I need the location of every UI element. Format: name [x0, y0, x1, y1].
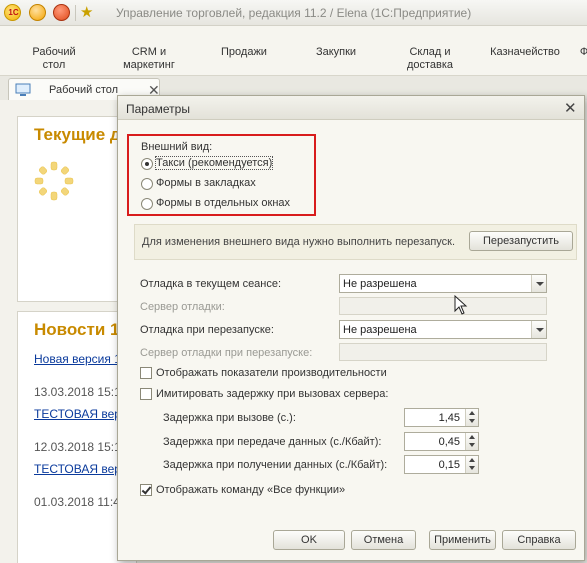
cancel-button[interactable]: Отмена: [351, 530, 416, 550]
radio-taxi[interactable]: Такси (рекомендуется): [141, 156, 311, 172]
restart-notice: Для изменения внешнего вида нужно выполн…: [134, 224, 577, 260]
checkbox[interactable]: [140, 388, 152, 400]
all-functions-checkbox[interactable]: Отображать команду «Все функции»: [140, 483, 360, 499]
dialog-title: Параметры: [126, 102, 190, 116]
tab-label: Рабочий стол: [49, 84, 119, 96]
mouse-pointer-icon: [454, 295, 468, 315]
spinner-arrows-icon[interactable]: [465, 433, 478, 450]
debug-server-label: Сервер отладки:: [140, 301, 225, 313]
section-label-line: Ф: [579, 46, 587, 58]
debug-restart-server-label: Сервер отладки при перезапуске:: [140, 347, 313, 359]
section-label-line: Продажи: [221, 46, 267, 58]
section-label-line: маркетинг: [123, 59, 175, 71]
parameters-dialog: Параметры ✕ Внешний вид: Такси (рекоменд…: [117, 95, 585, 561]
desktop-icon: [15, 83, 31, 96]
debug-session-select[interactable]: Не разрешена: [339, 274, 547, 293]
restart-button[interactable]: Перезапустить: [469, 231, 573, 251]
section-treasury[interactable]: Казначейство: [486, 46, 564, 59]
ok-button[interactable]: OK: [273, 530, 345, 550]
news-date: 01.03.2018 11:40: [34, 495, 127, 509]
radio-separate-windows[interactable]: Формы в отдельных окнах: [141, 196, 311, 212]
debug-session-label: Отладка в текущем сеансе:: [140, 278, 282, 290]
app-logo-text: 1С: [8, 8, 19, 17]
section-label-line: Склад и: [409, 46, 451, 58]
dialog-close-icon[interactable]: ✕: [564, 99, 577, 117]
dropdown-arrow-icon[interactable]: [531, 321, 546, 338]
help-button[interactable]: Справка: [502, 530, 576, 550]
radio-label: Формы в закладках: [156, 177, 256, 189]
debug-restart-server-input: [339, 343, 547, 361]
show-performance-checkbox[interactable]: Отображать показатели производительности: [140, 366, 400, 382]
panel-title-news: Новости 1: [34, 320, 120, 339]
news-link[interactable]: ТЕСТОВАЯ верс: [34, 462, 127, 476]
debug-restart-label: Отладка при перезапуске:: [140, 324, 274, 336]
appearance-label: Внешний вид:: [141, 141, 213, 153]
news-date: 12.03.2018 15:11: [34, 440, 127, 454]
title-separator: [75, 5, 76, 21]
window-title: Управление торговлей, редакция 11.2 / El…: [116, 6, 472, 20]
number-value: 1,45: [438, 412, 460, 424]
receive-delay-input[interactable]: 0,15: [404, 455, 479, 474]
news-link[interactable]: ТЕСТОВАЯ верс: [34, 407, 127, 421]
section-desktop[interactable]: Рабочий стол: [28, 46, 80, 72]
section-label-line: Закупки: [315, 46, 357, 58]
section-panel: Рабочий стол CRM и маркетинг Продажи Закуп…: [0, 26, 587, 76]
send-delay-label: Задержка при передаче данных (с./Кбайт):: [163, 436, 382, 448]
dialog-title-bar: Параметры ✕: [118, 96, 584, 120]
number-value: 0,15: [438, 459, 460, 471]
section-label-line: доставка: [406, 59, 454, 71]
checkbox-label: Отображать показатели производительности: [156, 367, 387, 379]
favorites-star-icon[interactable]: ★: [80, 3, 93, 21]
main-menu-icon[interactable]: [29, 4, 46, 21]
select-value: Не разрешена: [343, 324, 417, 336]
loading-spinner-icon: [34, 161, 74, 201]
simulate-delay-checkbox[interactable]: Имитировать задержку при вызовах сервера…: [140, 387, 400, 403]
checkbox[interactable]: [140, 367, 152, 379]
radio-label: Формы в отдельных окнах: [156, 197, 291, 209]
section-label-line: CRM и: [131, 46, 167, 58]
spinner-arrows-icon[interactable]: [465, 456, 478, 473]
section-purchases[interactable]: Закупки: [308, 46, 364, 59]
section-warehouse[interactable]: Склад и доставка: [396, 46, 464, 72]
debug-restart-select[interactable]: Не разрешена: [339, 320, 547, 339]
radio-label: Такси (рекомендуется): [154, 156, 274, 170]
checkbox-label: Отображать команду «Все функции»: [156, 484, 346, 496]
checkbox[interactable]: [140, 484, 152, 496]
debug-server-input: [339, 297, 547, 315]
radio-button[interactable]: [141, 198, 153, 210]
home-icon[interactable]: [53, 4, 70, 21]
panel-title-current: Текущие д: [34, 125, 121, 144]
number-value: 0,45: [438, 436, 460, 448]
section-label-line: Рабочий: [32, 46, 76, 58]
dropdown-arrow-icon[interactable]: [531, 275, 546, 292]
section-label-line: Казначейство: [490, 46, 560, 58]
section-finance-partial[interactable]: Ф: [578, 46, 587, 59]
news-link[interactable]: Новая версия 1: [34, 352, 121, 366]
call-delay-label: Задержка при вызове (с.):: [163, 412, 296, 424]
apply-button[interactable]: Применить: [429, 530, 496, 550]
send-delay-input[interactable]: 0,45: [404, 432, 479, 451]
select-value: Не разрешена: [343, 278, 417, 290]
receive-delay-label: Задержка при получении данных (с./Кбайт)…: [163, 459, 388, 471]
spinner-arrows-icon[interactable]: [465, 409, 478, 426]
call-delay-input[interactable]: 1,45: [404, 408, 479, 427]
appearance-group: Внешний вид: Такси (рекомендуется) Формы…: [127, 134, 316, 216]
restart-hint: Для изменения внешнего вида нужно выполн…: [142, 236, 456, 248]
radio-button[interactable]: [141, 178, 153, 190]
news-date: 13.03.2018 15:11: [34, 385, 127, 399]
app-logo-icon[interactable]: 1С: [4, 4, 21, 21]
radio-tabs[interactable]: Формы в закладках: [141, 176, 311, 192]
radio-button[interactable]: [141, 158, 153, 170]
section-label-line: стол: [42, 59, 66, 71]
section-crm[interactable]: CRM и маркетинг: [114, 46, 184, 72]
window-title-bar: 1С ★ Управление торговлей, редакция 11.2…: [0, 0, 587, 26]
section-sales[interactable]: Продажи: [216, 46, 272, 59]
checkbox-label: Имитировать задержку при вызовах сервера…: [156, 388, 389, 400]
